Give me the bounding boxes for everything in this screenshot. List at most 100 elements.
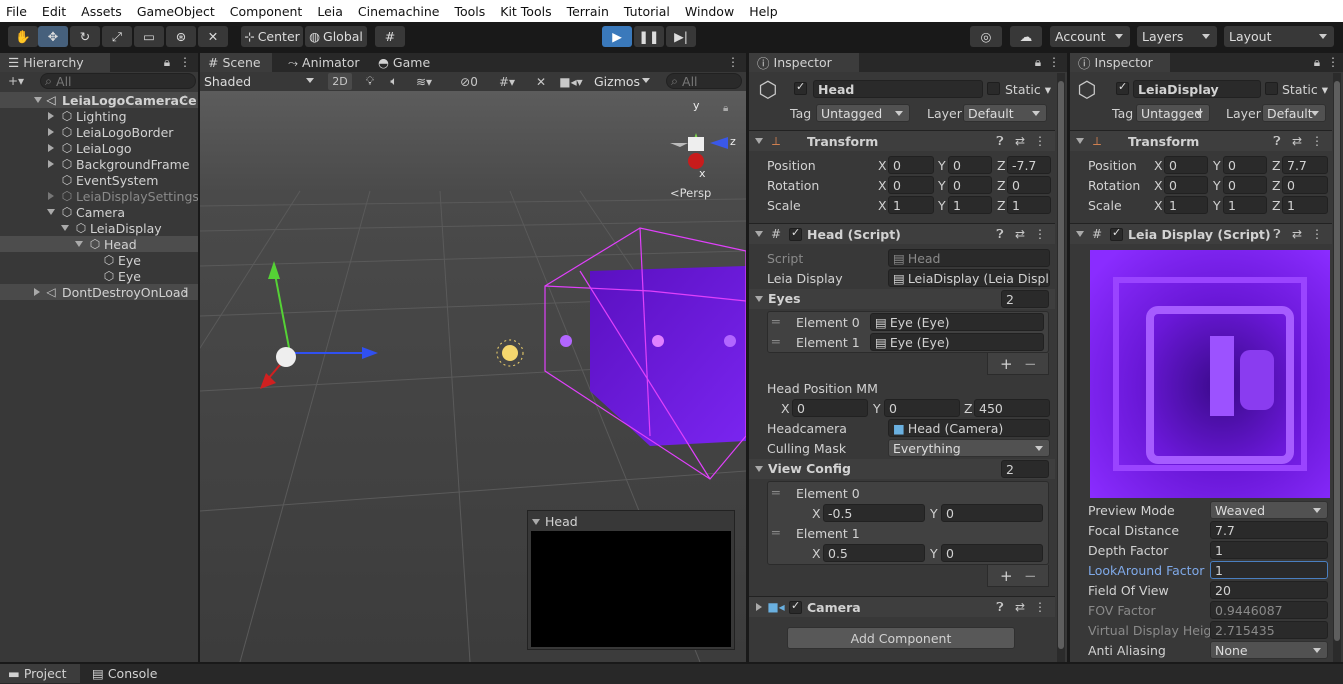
headcamera-field[interactable]: ■ Head (Camera): [888, 419, 1050, 437]
tab-inspector[interactable]: ⓘ Inspector: [1070, 53, 1170, 72]
remove-element-button[interactable]: −: [1024, 567, 1037, 585]
head-pos-x-input[interactable]: 0: [792, 399, 868, 417]
remove-element-button[interactable]: −: [1024, 355, 1037, 373]
position-z-input[interactable]: -7.7: [1007, 156, 1051, 174]
vc0-y-input[interactable]: 0: [941, 504, 1043, 522]
presets-icon[interactable]: ⇄: [1290, 227, 1304, 241]
script-field[interactable]: ▤ Head: [888, 249, 1050, 267]
component-enabled-checkbox[interactable]: [1110, 226, 1123, 241]
tab-game[interactable]: ◓ Game: [370, 53, 438, 72]
vc1-y-input[interactable]: 0: [941, 544, 1043, 562]
collapse-arrow-icon[interactable]: [1076, 231, 1084, 237]
scene-search-input[interactable]: ⌕ All: [666, 73, 742, 89]
static-dropdown[interactable]: Static ▾: [1005, 82, 1051, 97]
menu-help[interactable]: Help: [749, 4, 778, 19]
tree-row-camera[interactable]: ⬡ Camera: [0, 204, 198, 220]
menu-gameobject[interactable]: GameObject: [137, 4, 215, 19]
rotation-z-input[interactable]: 0: [1282, 176, 1328, 194]
focal-distance-input[interactable]: 7.7: [1210, 521, 1328, 539]
menu-window[interactable]: Window: [685, 4, 734, 19]
expand-arrow-icon[interactable]: [48, 128, 54, 136]
inspector-scrollbar[interactable]: [1057, 73, 1065, 662]
expand-arrow-icon[interactable]: [48, 112, 54, 120]
collapse-arrow-icon[interactable]: [755, 231, 763, 237]
play-button[interactable]: ▶: [602, 26, 632, 47]
scale-y-input[interactable]: 1: [1223, 196, 1267, 214]
grid-icon[interactable]: #▾: [492, 73, 522, 90]
layout-dropdown[interactable]: Layout: [1224, 26, 1334, 47]
tab-inspector[interactable]: ⓘ Inspector: [749, 53, 859, 72]
tree-row-leiadisplay[interactable]: ⬡ LeiaDisplay: [0, 220, 198, 236]
rect-tool-button[interactable]: ▭: [134, 26, 164, 47]
rotation-y-input[interactable]: 0: [948, 176, 992, 194]
collapse-arrow-icon[interactable]: [755, 138, 763, 144]
rotation-x-input[interactable]: 0: [888, 176, 934, 194]
help-icon[interactable]: ❓︎: [993, 134, 1007, 148]
cloud-button[interactable]: ☁: [1010, 26, 1042, 47]
layers-dropdown[interactable]: Layers: [1137, 26, 1217, 47]
position-x-input[interactable]: 0: [888, 156, 934, 174]
2d-toggle[interactable]: 2D: [328, 73, 352, 90]
help-icon[interactable]: ❓︎: [1270, 134, 1284, 148]
tab-animator[interactable]: ⤳ Animator: [280, 53, 368, 72]
head-pos-y-input[interactable]: 0: [884, 399, 960, 417]
presets-icon[interactable]: ⇄: [1013, 227, 1027, 241]
scene-menu-icon[interactable]: ⋮: [179, 93, 191, 107]
shading-mode-dropdown[interactable]: Shaded: [200, 72, 320, 90]
lock-icon[interactable]: 🔒︎: [160, 55, 174, 69]
scrollbar-thumb[interactable]: [1334, 81, 1340, 641]
scrollbar-thumb[interactable]: [1058, 81, 1064, 649]
object-name-input[interactable]: Head: [813, 80, 983, 98]
layer-dropdown[interactable]: Default: [963, 104, 1047, 122]
collapse-arrow-icon[interactable]: [532, 518, 540, 525]
menu-kit-tools[interactable]: Kit Tools: [500, 4, 551, 19]
tools-icon[interactable]: ✕: [532, 73, 550, 90]
add-object-button[interactable]: +▾: [4, 73, 28, 89]
tree-row-eye-2[interactable]: ⬡ Eye: [0, 268, 198, 284]
expand-arrow-icon[interactable]: [47, 209, 55, 215]
vc1-x-input[interactable]: 0.5: [823, 544, 925, 562]
rotation-y-input[interactable]: 0: [1223, 176, 1267, 194]
position-z-input[interactable]: 7.7: [1282, 156, 1328, 174]
help-icon[interactable]: ❓︎: [993, 600, 1007, 614]
scale-z-input[interactable]: 1: [1007, 196, 1051, 214]
head-script-header[interactable]: # Head (Script) ❓︎ ⇄ ⋮: [749, 223, 1055, 244]
tab-hierarchy[interactable]: ☰ Hierarchy: [0, 53, 110, 72]
layer-dropdown[interactable]: Default: [1262, 104, 1326, 122]
more-icon[interactable]: ⋮: [1327, 55, 1339, 69]
more-icon[interactable]: ⋮: [1310, 134, 1324, 148]
pause-button[interactable]: ❚❚: [634, 26, 664, 47]
drag-handle-icon[interactable]: ═: [772, 525, 780, 540]
presets-icon[interactable]: ⇄: [1013, 134, 1027, 148]
transform-tool-button[interactable]: ⊛: [166, 26, 196, 47]
effects-icon[interactable]: ≋▾: [412, 73, 436, 90]
field-of-view-input[interactable]: 20: [1210, 581, 1328, 599]
tree-row-leialogoborder[interactable]: ⬡ LeiaLogoBorder: [0, 124, 198, 140]
tree-row-lighting[interactable]: ⬡ Lighting: [0, 108, 198, 124]
pivot-center-button[interactable]: ⊹ Center: [241, 26, 303, 47]
inspector-scrollbar[interactable]: [1333, 73, 1341, 662]
drag-handle-icon[interactable]: ═: [772, 334, 780, 349]
move-tool-button[interactable]: ✥: [38, 26, 68, 47]
eye-0-field[interactable]: ▤ Eye (Eye): [870, 313, 1044, 331]
help-icon[interactable]: ❓︎: [993, 227, 1007, 241]
tree-row-leialogo[interactable]: ⬡ LeiaLogo: [0, 140, 198, 156]
expand-arrow-icon[interactable]: [48, 192, 54, 200]
menu-component[interactable]: Component: [230, 4, 303, 19]
hierarchy-search-input[interactable]: ⌕ All: [40, 73, 196, 89]
more-icon[interactable]: ⋮: [727, 55, 739, 69]
object-name-input[interactable]: LeiaDisplay: [1133, 80, 1261, 98]
hand-tool-button[interactable]: ✋: [8, 26, 38, 47]
tree-row-eventsystem[interactable]: ⬡ EventSystem: [0, 172, 198, 188]
more-icon[interactable]: ⋮: [179, 55, 191, 69]
more-icon[interactable]: ⋮: [1033, 600, 1047, 614]
eye-1-field[interactable]: ▤ Eye (Eye): [870, 333, 1044, 351]
position-y-input[interactable]: 0: [1223, 156, 1267, 174]
scale-x-input[interactable]: 1: [888, 196, 934, 214]
view-config-header[interactable]: View Config 2: [749, 459, 1055, 479]
scale-tool-button[interactable]: ⤢: [102, 26, 132, 47]
camera-icon[interactable]: ■◂▾: [556, 73, 586, 90]
tree-row-eye-1[interactable]: ⬡ Eye: [0, 252, 198, 268]
collab-button[interactable]: ◎: [970, 26, 1002, 47]
vc0-x-input[interactable]: -0.5: [823, 504, 925, 522]
